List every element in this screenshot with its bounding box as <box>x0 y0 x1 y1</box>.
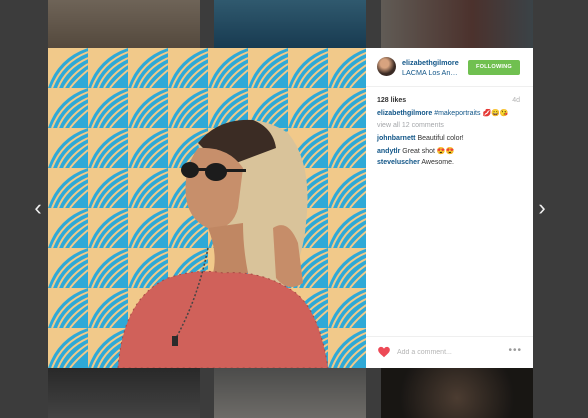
chevron-right-icon[interactable]: › <box>532 197 552 219</box>
comment-username[interactable]: andytlr <box>377 148 400 155</box>
location-link[interactable]: LACMA Los An… <box>402 68 458 77</box>
post-photo[interactable] <box>48 48 366 368</box>
comment-username[interactable]: steveluscher <box>377 159 420 166</box>
post-time[interactable]: 4d <box>512 97 520 104</box>
post-footer: ••• <box>366 336 533 369</box>
avatar[interactable] <box>377 57 396 76</box>
caption-username[interactable]: elizabethgilmore <box>377 110 432 117</box>
comment-text: Awesome. <box>421 159 454 166</box>
likes-count[interactable]: 128 likes <box>377 97 406 104</box>
more-icon[interactable]: ••• <box>508 345 522 356</box>
post-modal: elizabethgilmore LACMA Los An… FOLLOWING… <box>48 48 533 368</box>
post-header: elizabethgilmore LACMA Los An… FOLLOWING <box>366 48 533 87</box>
add-comment-input[interactable] <box>397 346 487 358</box>
username-link[interactable]: elizabethgilmore <box>402 58 459 67</box>
following-button[interactable]: FOLLOWING <box>468 60 520 75</box>
comment: steveluscher Awesome. <box>377 159 454 166</box>
post-details: elizabethgilmore LACMA Los An… FOLLOWING… <box>366 48 533 368</box>
caption-emoji: 💋😄😘 <box>482 110 509 117</box>
comment-text: Beautiful color! <box>417 135 464 142</box>
view-all-comments-link[interactable]: view all 12 comments <box>377 122 444 129</box>
comment-text: Great shot 😍😍 <box>402 148 455 155</box>
comment: andytlr Great shot 😍😍 <box>377 147 454 155</box>
caption-hashtag[interactable]: #makeportraits <box>434 110 480 117</box>
heart-icon[interactable] <box>377 345 391 359</box>
caption: elizabethgilmore #makeportraits 💋😄😘 <box>377 109 509 117</box>
comment-username[interactable]: johnbarnett <box>377 135 416 142</box>
chevron-left-icon[interactable]: ‹ <box>28 197 48 219</box>
comment: johnbarnett Beautiful color! <box>377 135 464 142</box>
